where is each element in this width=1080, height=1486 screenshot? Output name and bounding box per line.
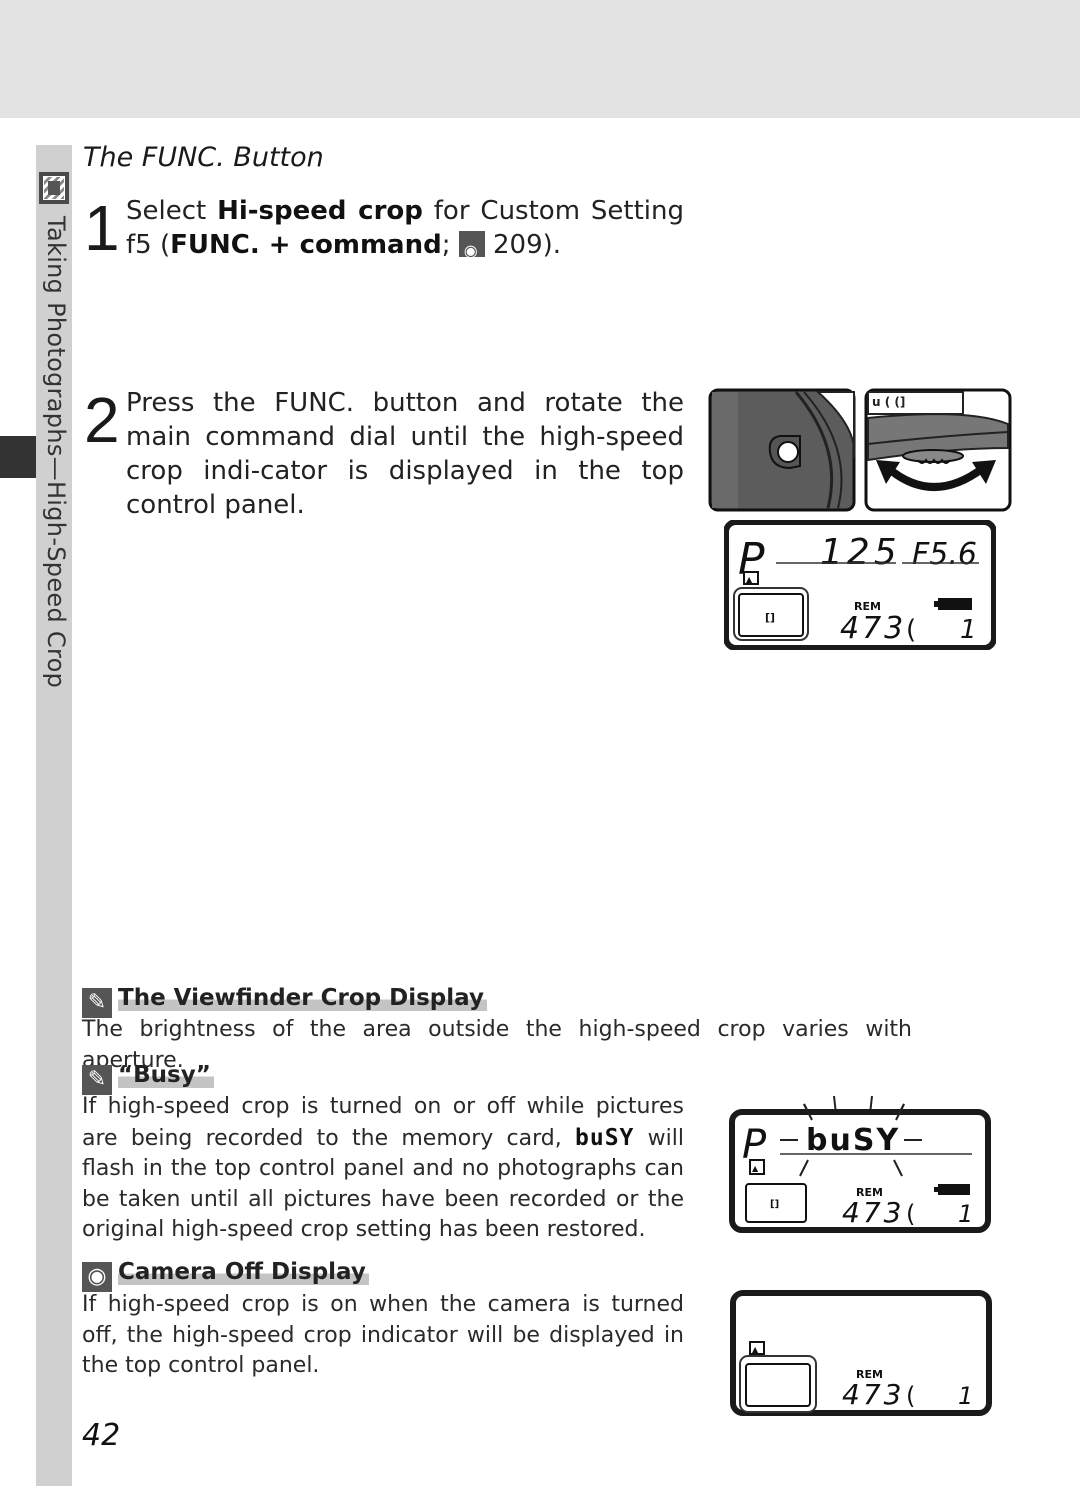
page-header-band bbox=[0, 0, 1080, 118]
step-1-setting-name: Hi-speed crop bbox=[217, 196, 423, 226]
section-tab-label: Taking Photographs—High-Speed Crop bbox=[42, 216, 70, 689]
battery-icon bbox=[938, 1184, 970, 1195]
svg-text:(: ( bbox=[906, 1382, 915, 1410]
busy-text: buSY bbox=[806, 1123, 900, 1158]
remaining-shots: 473 bbox=[840, 611, 906, 646]
step-1-number: 1 bbox=[84, 192, 120, 264]
note-camera-off-heading: ◉ Camera Off Display bbox=[82, 1259, 369, 1292]
svg-text:[]: [] bbox=[770, 1199, 779, 1210]
svg-text:(: ( bbox=[906, 615, 916, 645]
pencil-icon: ✎ bbox=[82, 988, 112, 1018]
func-button-icon bbox=[777, 441, 799, 463]
busy-glyph: buSY bbox=[575, 1124, 635, 1151]
step-1-text-c: ; bbox=[441, 230, 459, 260]
note-busy-body: If high-speed crop is turned on or off w… bbox=[82, 1092, 684, 1246]
svg-text:▲: ▲ bbox=[752, 1164, 759, 1173]
note-viewfinder-crop-heading: ✎ The Viewfinder Crop Display bbox=[82, 985, 487, 1018]
buffer-count: 1 bbox=[958, 1200, 973, 1228]
buffer-count: 1 bbox=[960, 615, 977, 645]
page-number: 42 bbox=[82, 1418, 121, 1453]
page-reference-icon bbox=[458, 231, 485, 268]
page-title: The FUNC. Button bbox=[83, 142, 324, 173]
battery-icon bbox=[934, 598, 972, 610]
camera-illustration: u ( (] bbox=[708, 388, 1012, 512]
note-viewfinder-crop-title: The Viewfinder Crop Display bbox=[118, 985, 487, 1011]
remaining-shots: 473 bbox=[842, 1378, 904, 1411]
shooting-mode-icon bbox=[39, 172, 69, 204]
buffer-count: 1 bbox=[958, 1382, 973, 1410]
step-2-number: 2 bbox=[84, 384, 120, 456]
svg-text:(: ( bbox=[906, 1200, 915, 1228]
command-dial-illustration: u ( (] bbox=[864, 388, 1012, 512]
note-camera-off-title: Camera Off Display bbox=[118, 1259, 369, 1285]
step-1-text-a: Select bbox=[126, 196, 218, 226]
control-panel-busy: P buSY ▲ [] REM 473 ( 1 bbox=[729, 1095, 991, 1233]
note-busy-heading: ✎ “Busy” bbox=[82, 1062, 214, 1095]
pencil-icon: ✎ bbox=[82, 1065, 112, 1095]
step-1-menu-path: FUNC. + command bbox=[170, 230, 442, 260]
control-panel-display-off: ▲ REM 473 ( 1 bbox=[730, 1290, 992, 1416]
svg-text:▲: ▲ bbox=[752, 1345, 759, 1354]
note-camera-off-body: If high-speed crop is on when the camera… bbox=[82, 1292, 684, 1378]
svg-text:▲: ▲ bbox=[746, 575, 753, 584]
svg-text:u ( (]: u ( (] bbox=[872, 395, 905, 409]
high-speed-crop-indicator: [] bbox=[733, 587, 809, 641]
step-2-text: Press the FUNC. button and rotate the ma… bbox=[126, 388, 684, 520]
panel-aperture: F5.6 bbox=[912, 537, 977, 572]
svg-text:[]: [] bbox=[765, 611, 775, 624]
step-1-text: Select Hi-speed crop for Custom Setting … bbox=[126, 194, 684, 268]
panel-shutter: 125 bbox=[820, 532, 901, 573]
note-busy-title: “Busy” bbox=[118, 1062, 214, 1088]
step-1-page-ref[interactable]: 209). bbox=[493, 230, 561, 260]
section-marker bbox=[0, 436, 36, 478]
control-panel-display-on: P 125 F5.6 ▲ [] REM 473 ( 1 bbox=[724, 520, 996, 650]
func-button-illustration bbox=[708, 388, 856, 512]
high-speed-crop-indicator bbox=[739, 1355, 817, 1413]
camera-off-icon: ◉ bbox=[82, 1262, 112, 1292]
remaining-shots: 473 bbox=[842, 1196, 904, 1229]
